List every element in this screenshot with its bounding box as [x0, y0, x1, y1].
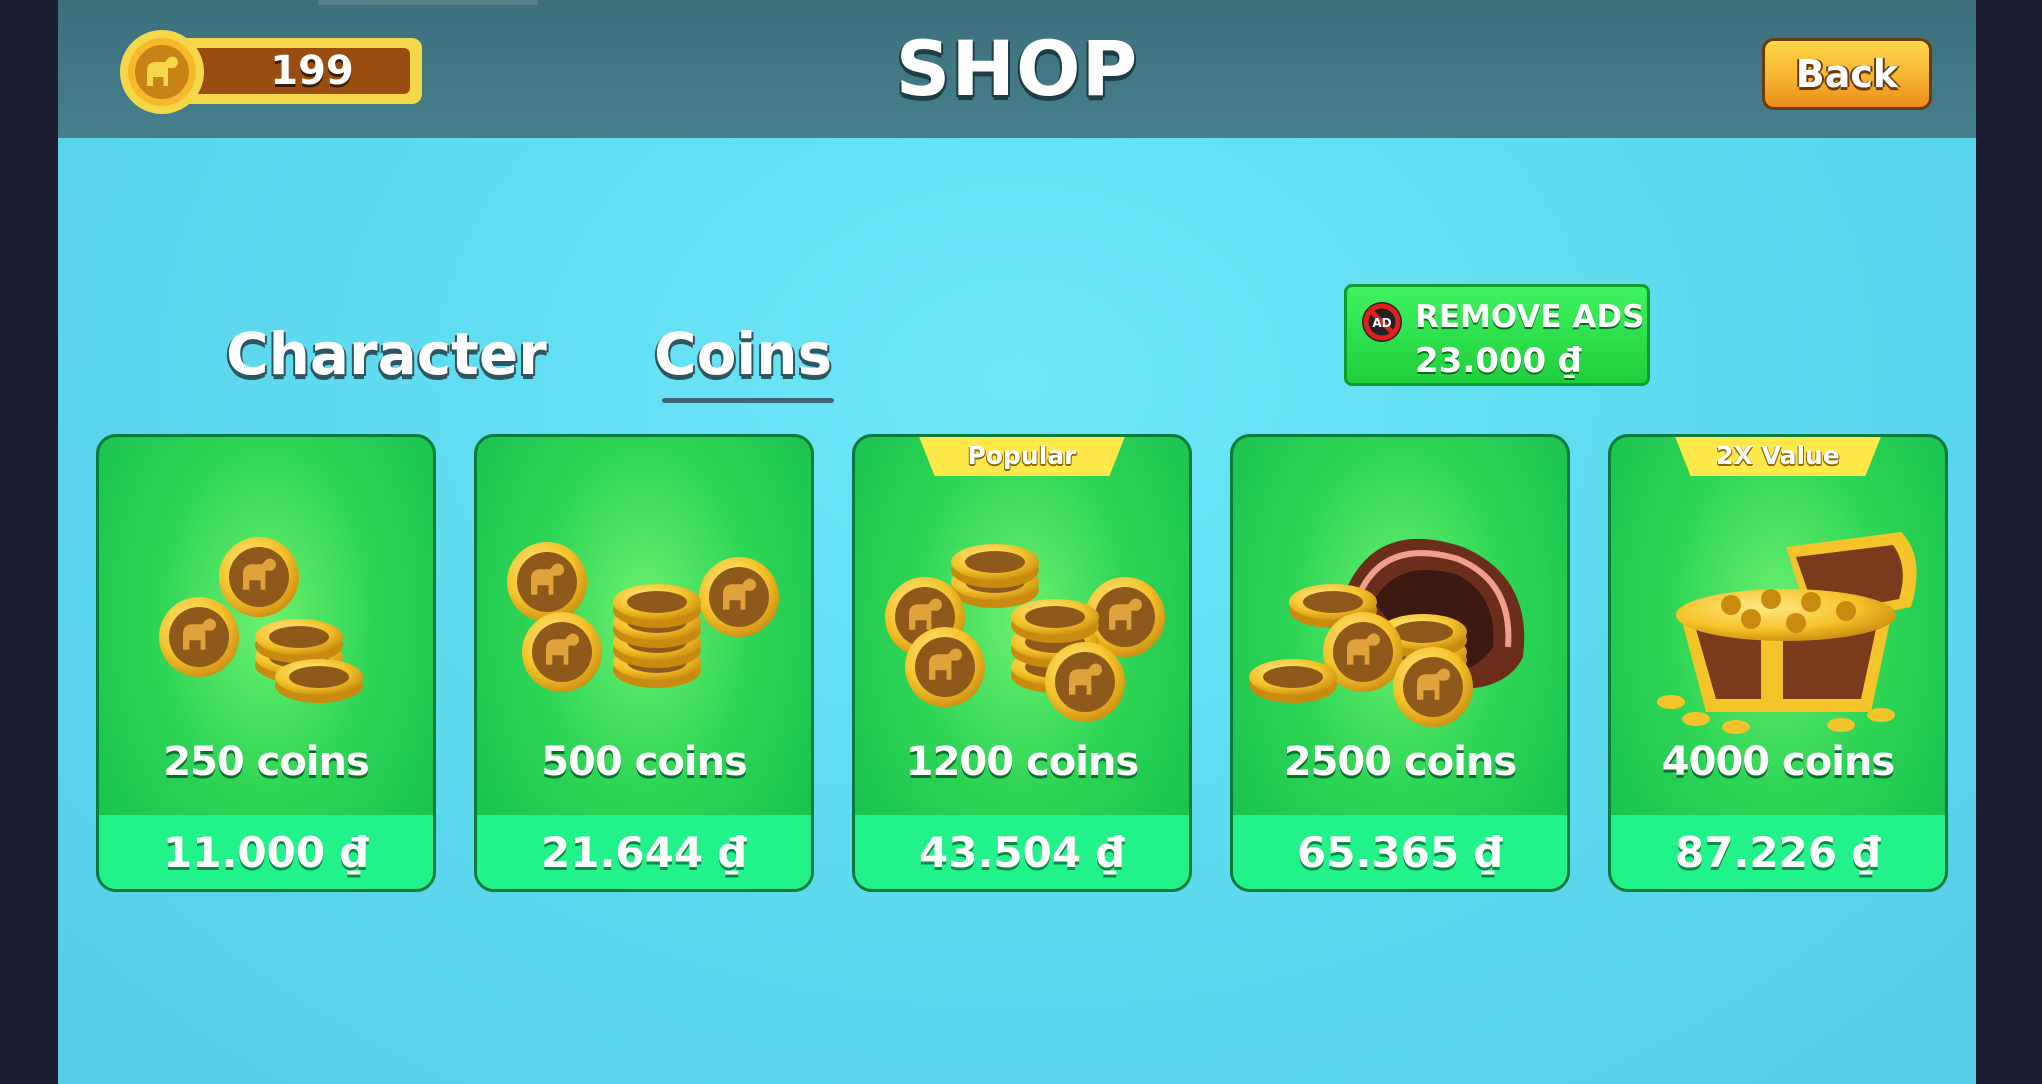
top-bar: 199 SHOP Back [58, 0, 1976, 138]
tab-character[interactable]: Character [226, 320, 547, 388]
coin-pack-card[interactable]: 2X Value 4000 coins 87.226 ₫ [1608, 434, 1948, 892]
pack-amount: 4000 coins [1661, 739, 1895, 785]
pack-price[interactable]: 65.365 ₫ [1233, 815, 1567, 889]
remove-ads-price: 23.000 ₫ [1415, 341, 1582, 381]
shop-screen: 199 SHOP Back Character Coins AD REMOVE … [58, 0, 1976, 1084]
pack-price[interactable]: 11.000 ₫ [99, 815, 433, 889]
pack-price[interactable]: 87.226 ₫ [1611, 815, 1945, 889]
popular-badge: Popular [918, 437, 1126, 476]
coin-pack-card[interactable]: 500 coins 21.644 ₫ [474, 434, 814, 892]
value-badge: 2X Value [1674, 437, 1882, 476]
coin-stack-medium-icon [477, 487, 811, 747]
tab-coins[interactable]: Coins [654, 320, 832, 388]
treasure-chest-icon [1657, 532, 1917, 734]
pack-amount: 250 coins [163, 739, 370, 785]
pack-amount: 1200 coins [905, 739, 1139, 785]
coin-pack-card[interactable]: 2500 coins 65.365 ₫ [1230, 434, 1570, 892]
pack-amount: 500 coins [541, 739, 748, 785]
back-button[interactable]: Back [1762, 38, 1932, 110]
remove-ads-button[interactable]: AD REMOVE ADS 23.000 ₫ [1344, 284, 1650, 386]
remove-ads-label: REMOVE ADS [1415, 299, 1645, 335]
no-ads-icon: AD [1362, 302, 1402, 342]
page-title: SHOP [895, 24, 1139, 113]
active-tab-indicator [662, 398, 834, 403]
svg-text:AD: AD [1372, 316, 1391, 330]
pack-price[interactable]: 21.644 ₫ [477, 815, 811, 889]
pack-amount: 2500 coins [1283, 739, 1517, 785]
coin-stack-small-icon [99, 487, 363, 703]
coin-pack-card[interactable]: 250 coins 11.000 ₫ [96, 434, 436, 892]
coin-bag-icon [1249, 538, 1525, 747]
coin-pack-card[interactable]: Popular 1200 coins 43.504 ₫ [852, 434, 1192, 892]
pack-price[interactable]: 43.504 ₫ [855, 815, 1189, 889]
coin-pile-icon [855, 544, 1189, 747]
top-accent-line [318, 0, 538, 5]
